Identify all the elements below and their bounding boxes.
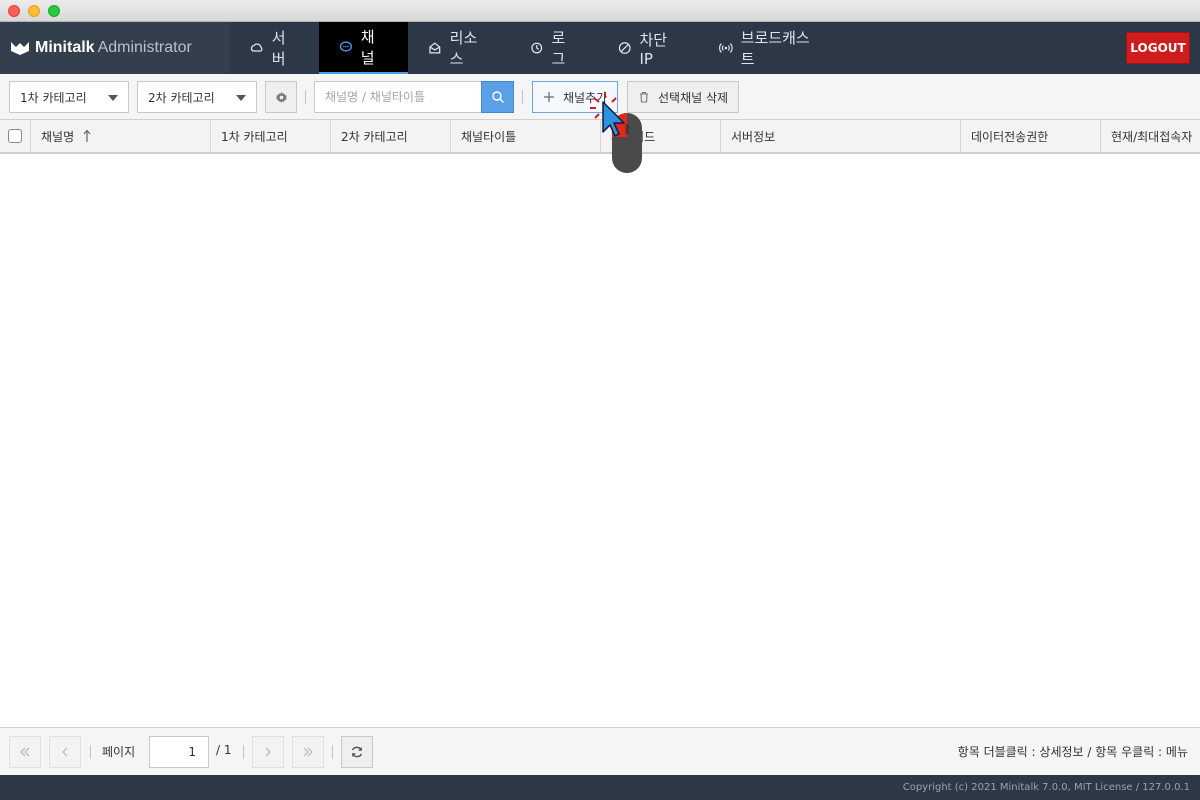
column-category1[interactable]: 1차 카테고리 <box>211 120 331 152</box>
top-navigation: Minitalk Administrator 서버 채널 리소스 로그 차단IP… <box>0 22 1200 74</box>
tab-label: 리소스 <box>449 29 478 68</box>
next-page-button[interactable] <box>252 736 284 768</box>
close-window-button[interactable] <box>8 5 20 17</box>
logout-button[interactable]: LOGOUT <box>1126 32 1190 64</box>
gear-icon <box>275 91 287 103</box>
ban-icon <box>618 42 631 54</box>
tab-label: 브로드캐스트 <box>740 29 810 68</box>
tab-label: 로그 <box>551 29 566 68</box>
last-page-button[interactable] <box>292 736 324 768</box>
column-label: 2차 카테고리 <box>341 129 408 144</box>
minimize-window-button[interactable] <box>28 5 40 17</box>
refresh-icon <box>351 746 363 758</box>
chevron-down-icon <box>236 95 246 101</box>
select-all-cell <box>0 120 31 152</box>
pager-divider <box>90 745 91 759</box>
tab-label: 서버 <box>271 29 286 68</box>
column-label: 채널명 <box>41 129 75 144</box>
category-settings-button[interactable] <box>265 81 297 113</box>
maximize-window-button[interactable] <box>48 5 60 17</box>
column-label: 데이터전송권한 <box>971 129 1049 144</box>
category2-value: 2차 카테고리 <box>148 90 215 105</box>
search-input[interactable] <box>314 81 482 113</box>
tab-block-ip[interactable]: 차단IP <box>598 22 699 74</box>
brand[interactable]: Minitalk Administrator <box>0 22 230 74</box>
pager-divider <box>332 745 333 759</box>
column-server-info[interactable]: 서버정보 <box>721 120 961 152</box>
tab-resource[interactable]: 리소스 <box>408 22 510 74</box>
copyright-text: Copyright (c) 2021 Minitalk 7.0.0, MIT L… <box>902 782 1190 793</box>
minitalk-logo-icon <box>11 42 29 55</box>
chevron-down-icon <box>108 95 118 101</box>
history-icon <box>531 42 543 54</box>
broadcast-icon <box>719 43 733 53</box>
pagination-bar: 페이지 / 1 항목 더블클릭 : 상세정보 / 항목 우클릭 : 메뉴 <box>0 727 1200 775</box>
chevron-left-icon <box>62 747 68 757</box>
pager-divider <box>243 745 244 759</box>
window-titlebar <box>0 0 1200 22</box>
column-label: 채널타이틀 <box>461 129 517 144</box>
search-icon <box>491 91 504 103</box>
cloud-icon <box>250 43 263 52</box>
plus-icon <box>544 92 554 102</box>
chat-bubble-icon <box>339 41 352 52</box>
tab-broadcast[interactable]: 브로드캐스트 <box>699 22 842 74</box>
double-chevron-right-icon <box>303 747 313 757</box>
tab-server[interactable]: 서버 <box>230 22 319 74</box>
column-label: 서버정보 <box>731 129 776 144</box>
chevron-right-icon <box>265 747 271 757</box>
column-data-permission[interactable]: 데이터전송권한 <box>961 120 1101 152</box>
double-chevron-left-icon <box>20 747 30 757</box>
page-number-input[interactable] <box>149 736 209 768</box>
delete-selected-label: 선택채널 삭제 <box>658 90 729 105</box>
category1-value: 1차 카테고리 <box>20 90 87 105</box>
sort-ascending-icon <box>83 129 91 142</box>
tab-channel[interactable]: 채널 <box>319 22 408 74</box>
search-button[interactable] <box>481 81 514 113</box>
envelope-icon <box>429 42 441 54</box>
mouse-click-indicator-icon <box>590 92 642 173</box>
column-category2[interactable]: 2차 카테고리 <box>331 120 451 152</box>
column-channel-title[interactable]: 채널타이틀 <box>451 120 601 152</box>
toolbar-divider <box>522 90 523 104</box>
toolbar-divider <box>305 90 306 104</box>
select-all-checkbox[interactable] <box>8 129 22 143</box>
brand-name: Minitalk <box>35 39 95 56</box>
column-users[interactable]: 현재/최대접속자 <box>1101 120 1200 152</box>
category1-select[interactable]: 1차 카테고리 <box>9 81 129 113</box>
column-channel-name[interactable]: 채널명 <box>31 120 211 152</box>
total-pages: / 1 <box>216 743 232 757</box>
first-page-button[interactable] <box>9 736 41 768</box>
grid-body[interactable] <box>0 154 1200 727</box>
column-label: 현재/최대접속자 <box>1111 129 1193 144</box>
category2-select[interactable]: 2차 카테고리 <box>137 81 257 113</box>
tab-log[interactable]: 로그 <box>510 22 598 74</box>
footer: Copyright (c) 2021 Minitalk 7.0.0, MIT L… <box>0 775 1200 800</box>
column-label: 1차 카테고리 <box>221 129 288 144</box>
tab-label: 채널 <box>360 28 375 67</box>
page-label: 페이지 <box>102 745 136 759</box>
previous-page-button[interactable] <box>49 736 81 768</box>
usage-hint: 항목 더블클릭 : 상세정보 / 항목 우클릭 : 메뉴 <box>957 745 1188 759</box>
brand-subtitle: Administrator <box>97 39 192 56</box>
refresh-button[interactable] <box>341 736 373 768</box>
tab-label: 차단IP <box>639 30 668 68</box>
